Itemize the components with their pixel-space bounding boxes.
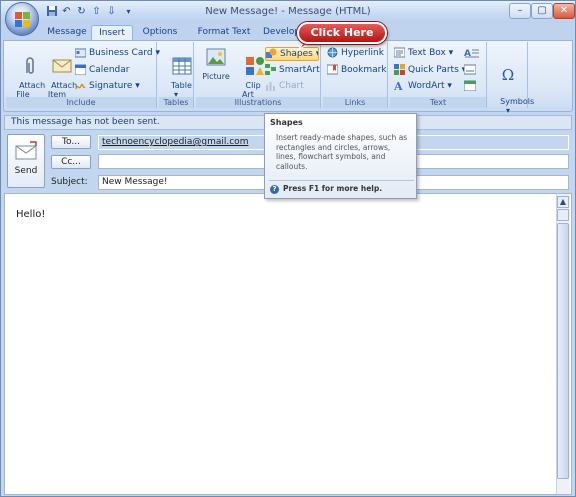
shapes-icon bbox=[266, 48, 277, 58]
picture-button[interactable]: Picture bbox=[200, 46, 232, 81]
text-group-label: Text bbox=[390, 97, 486, 108]
picture-icon bbox=[206, 48, 226, 66]
signature-icon bbox=[75, 83, 86, 90]
chart-icon bbox=[266, 82, 275, 91]
send-button[interactable]: Send bbox=[7, 134, 45, 188]
wordart-icon: A bbox=[394, 80, 403, 91]
quick-parts-button[interactable]: Quick Parts ▾ bbox=[394, 64, 466, 76]
quick-parts-icon bbox=[394, 64, 405, 75]
window-title: New Message! - Message (HTML) bbox=[205, 6, 371, 17]
tooltip-title: Shapes bbox=[270, 118, 303, 127]
tooltip-divider bbox=[269, 180, 414, 181]
subject-label: Subject: bbox=[51, 177, 88, 187]
table-icon bbox=[172, 57, 192, 75]
tab-insert[interactable]: Insert bbox=[91, 25, 133, 40]
hyperlink-button[interactable]: Hyperlink bbox=[327, 47, 384, 59]
office-button[interactable] bbox=[5, 2, 39, 36]
smartart-button[interactable]: SmartArt bbox=[265, 64, 320, 76]
tab-format-text[interactable]: Format Text bbox=[193, 25, 255, 40]
symbols-button[interactable]: Ω Symbols ▾ bbox=[490, 46, 534, 124]
drop-cap-icon[interactable]: A bbox=[464, 47, 480, 59]
text-box-button[interactable]: Text Box ▾ bbox=[394, 47, 453, 59]
send-envelope-icon bbox=[15, 141, 37, 160]
links-group-label: Links bbox=[323, 97, 387, 108]
signature-button[interactable]: Signature ▾ bbox=[75, 80, 140, 92]
calendar-button[interactable]: Calendar bbox=[75, 64, 129, 76]
tooltip-description: Insert ready-made shapes, such as rectan… bbox=[276, 133, 408, 171]
tab-message[interactable]: Message bbox=[45, 25, 89, 40]
office-logo-icon bbox=[15, 12, 30, 27]
business-card-button[interactable]: Business Card ▾ bbox=[75, 47, 160, 59]
scrollbar-thumb[interactable] bbox=[557, 223, 569, 479]
signature-line-icon[interactable] bbox=[463, 64, 477, 75]
wordart-button[interactable]: A WordArt ▾ bbox=[394, 80, 452, 92]
close-button[interactable]: ✕ bbox=[553, 3, 575, 19]
maximize-button[interactable]: ▢ bbox=[531, 3, 553, 19]
scroll-up-arrow-icon[interactable]: ▲ bbox=[557, 196, 569, 208]
envelope-icon bbox=[52, 59, 72, 73]
tooltip-help: ? Press F1 for more help. bbox=[270, 184, 382, 194]
paperclip-icon bbox=[26, 57, 34, 74]
tables-group-label: Tables bbox=[159, 97, 193, 108]
business-card-icon bbox=[75, 48, 86, 58]
clip-art-icon bbox=[246, 57, 265, 75]
help-icon: ? bbox=[270, 185, 279, 194]
bookmark-button[interactable]: Bookmark bbox=[327, 64, 387, 76]
text-box-icon bbox=[394, 47, 405, 58]
message-body-text: Hello! bbox=[16, 209, 46, 220]
to-button[interactable]: To... bbox=[51, 135, 91, 149]
shapes-tooltip: Shapes Insert ready-made shapes, such as… bbox=[264, 113, 417, 199]
minimize-button[interactable]: – bbox=[509, 3, 531, 19]
globe-link-icon bbox=[327, 47, 338, 58]
illustrations-group-label: Illustrations bbox=[196, 97, 320, 108]
include-group-label: Include bbox=[6, 97, 156, 108]
chart-button[interactable]: Chart bbox=[265, 80, 304, 92]
message-body[interactable] bbox=[4, 193, 572, 495]
omega-icon: Ω bbox=[501, 66, 515, 84]
svg-text:A: A bbox=[394, 80, 403, 91]
click-here-callout: Click Here bbox=[297, 22, 387, 44]
ruler-toggle-icon[interactable] bbox=[557, 209, 569, 221]
cc-button[interactable]: Cc... bbox=[51, 155, 91, 169]
date-time-icon[interactable] bbox=[463, 80, 477, 92]
tab-options[interactable]: Options bbox=[137, 25, 183, 40]
bookmark-icon bbox=[327, 64, 338, 75]
outlook-message-window: ↶ ↻ ⇧ ⇩ ▾ New Message! - Message (HTML) … bbox=[0, 0, 576, 497]
calendar-icon bbox=[75, 64, 86, 75]
smartart-icon bbox=[265, 64, 276, 75]
